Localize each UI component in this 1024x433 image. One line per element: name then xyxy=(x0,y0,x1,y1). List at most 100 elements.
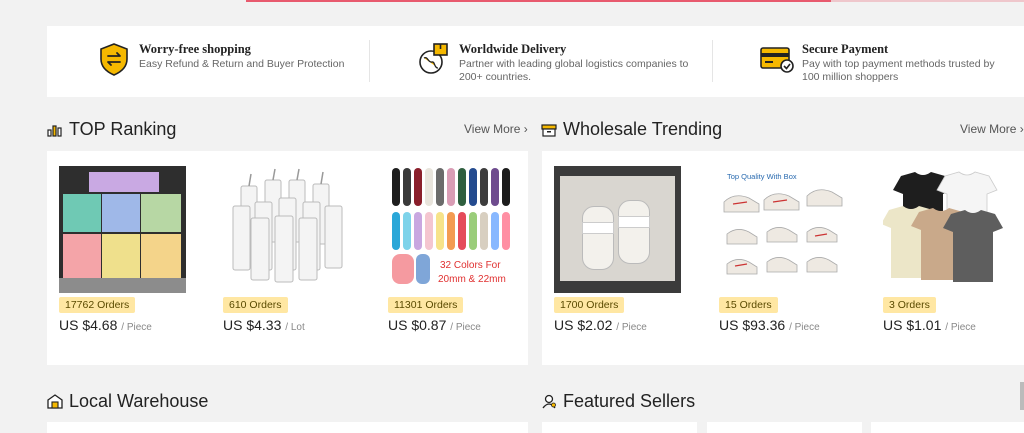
price-value: US $1.01 xyxy=(883,317,942,333)
band-swatch xyxy=(414,168,422,206)
price-unit: / Piece xyxy=(789,322,820,333)
credit-card-check-icon xyxy=(760,47,794,73)
band-swatch xyxy=(491,212,499,250)
watch-bands-graphic xyxy=(390,168,514,253)
tumblers-graphic xyxy=(232,168,343,283)
band-swatch xyxy=(447,168,455,206)
section-title: Local Warehouse xyxy=(69,391,209,411)
tshirts-graphic xyxy=(883,171,1003,282)
section-title: TOP Ranking xyxy=(69,119,177,139)
section-title: Featured Sellers xyxy=(563,391,696,411)
product-image[interactable] xyxy=(59,166,186,293)
benefit-desc: Partner with leading global logistics co… xyxy=(459,58,689,83)
product-card[interactable]: 3 Orders US $1.01 / Piece xyxy=(883,166,1013,333)
product-image[interactable]: 32 Colors For 20mm & 22mm xyxy=(388,166,515,293)
bar-chart-icon xyxy=(47,124,62,137)
local-warehouse-heading: Local Warehouse xyxy=(47,391,208,412)
price-value: US $4.33 xyxy=(223,317,282,333)
price-unit: / Piece xyxy=(945,322,976,333)
band-swatch xyxy=(447,212,455,250)
top-accent-line-light xyxy=(831,0,1024,2)
price-unit: / Lot xyxy=(285,322,305,333)
band-swatch xyxy=(425,212,433,250)
image-caption: 20mm & 22mm xyxy=(438,274,506,285)
band-swatch xyxy=(425,168,433,206)
top-ranking-view-more-link[interactable]: View More › xyxy=(464,122,528,136)
divider xyxy=(712,40,713,82)
seller-card[interactable] xyxy=(542,422,697,433)
image-caption: 32 Colors For xyxy=(440,260,501,271)
band-swatch xyxy=(458,212,466,250)
band-swatch xyxy=(469,168,477,206)
box-icon xyxy=(541,123,557,137)
band-swatch xyxy=(414,212,422,250)
band-swatch xyxy=(469,212,477,250)
top-accent-line xyxy=(246,0,831,2)
benefit-worry-free: Worry-free shopping Easy Refund & Return… xyxy=(96,38,366,86)
orders-badge: 15 Orders xyxy=(719,297,778,313)
benefit-secure-payment: Secure Payment Pay with top payment meth… xyxy=(759,38,1019,86)
product-card[interactable]: 1700 Orders US $2.02 / Piece xyxy=(554,166,684,333)
image-caption: Top Quality With Box xyxy=(727,172,797,181)
benefits-bar: Worry-free shopping Easy Refund & Return… xyxy=(47,26,1024,97)
benefit-title: Worry-free shopping xyxy=(139,42,251,56)
price-value: US $93.36 xyxy=(719,317,786,333)
product-card[interactable]: 610 Orders US $4.33 / Lot xyxy=(223,166,353,333)
benefit-title: Worldwide Delivery xyxy=(459,42,567,56)
orders-badge: 3 Orders xyxy=(883,297,936,313)
benefit-title: Secure Payment xyxy=(802,42,889,56)
benefit-worldwide-delivery: Worldwide Delivery Partner with leading … xyxy=(416,38,696,86)
band-swatch xyxy=(502,168,510,206)
local-warehouse-panel xyxy=(47,422,528,433)
divider xyxy=(369,40,370,82)
orders-badge: 17762 Orders xyxy=(59,297,136,313)
band-swatch xyxy=(403,212,411,250)
band-swatch xyxy=(436,168,444,206)
product-price: US $0.87 / Piece xyxy=(388,317,518,333)
price-unit: / Piece xyxy=(121,322,152,333)
product-card[interactable]: Top Quality With Box 15 Orders US $93.36… xyxy=(719,166,849,333)
globe-box-icon xyxy=(419,43,448,74)
product-image[interactable] xyxy=(223,166,350,293)
price-value: US $2.02 xyxy=(554,317,613,333)
product-image[interactable] xyxy=(554,166,681,293)
orders-badge: 1700 Orders xyxy=(554,297,625,313)
seller-card[interactable] xyxy=(707,422,862,433)
price-value: US $0.87 xyxy=(388,317,447,333)
band-swatch xyxy=(502,212,510,250)
scrollbar-thumb[interactable] xyxy=(1020,382,1024,410)
shield-exchange-icon xyxy=(100,43,128,76)
product-price: US $93.36 / Piece xyxy=(719,317,849,333)
band-swatch xyxy=(480,212,488,250)
wholesale-view-more-link[interactable]: View More › xyxy=(960,122,1024,136)
section-title: Wholesale Trending xyxy=(563,119,723,139)
band-swatch xyxy=(392,212,400,250)
top-ranking-panel: 17762 Orders US $4.68 / Piece 610 Orders… xyxy=(47,151,528,365)
band-swatch xyxy=(436,212,444,250)
product-price: US $4.33 / Lot xyxy=(223,317,353,333)
product-image[interactable] xyxy=(883,166,1010,293)
wholesale-trending-heading: Wholesale Trending xyxy=(541,119,722,140)
price-value: US $4.68 xyxy=(59,317,118,333)
product-card[interactable]: 32 Colors For 20mm & 22mm 11301 Orders U… xyxy=(388,166,518,333)
product-image[interactable]: Top Quality With Box xyxy=(719,166,846,293)
seller-card[interactable] xyxy=(871,422,1024,433)
price-unit: / Piece xyxy=(450,322,481,333)
band-swatch xyxy=(458,168,466,206)
featured-sellers-heading: Featured Sellers xyxy=(541,391,695,412)
seller-icon xyxy=(542,394,556,409)
sneakers-graphic xyxy=(723,189,843,275)
benefit-desc: Pay with top payment methods trusted by … xyxy=(802,58,995,83)
product-price: US $1.01 / Piece xyxy=(883,317,1013,333)
product-price: US $2.02 / Piece xyxy=(554,317,684,333)
orders-badge: 610 Orders xyxy=(223,297,288,313)
band-swatch xyxy=(392,168,400,206)
top-ranking-heading: TOP Ranking xyxy=(47,119,176,140)
band-swatch xyxy=(491,168,499,206)
band-swatch xyxy=(403,168,411,206)
product-price: US $4.68 / Piece xyxy=(59,317,189,333)
band-swatch xyxy=(480,168,488,206)
product-card[interactable]: 17762 Orders US $4.68 / Piece xyxy=(59,166,189,333)
benefit-desc: Easy Refund & Return and Buyer Protectio… xyxy=(139,58,345,70)
warehouse-icon xyxy=(47,394,63,409)
